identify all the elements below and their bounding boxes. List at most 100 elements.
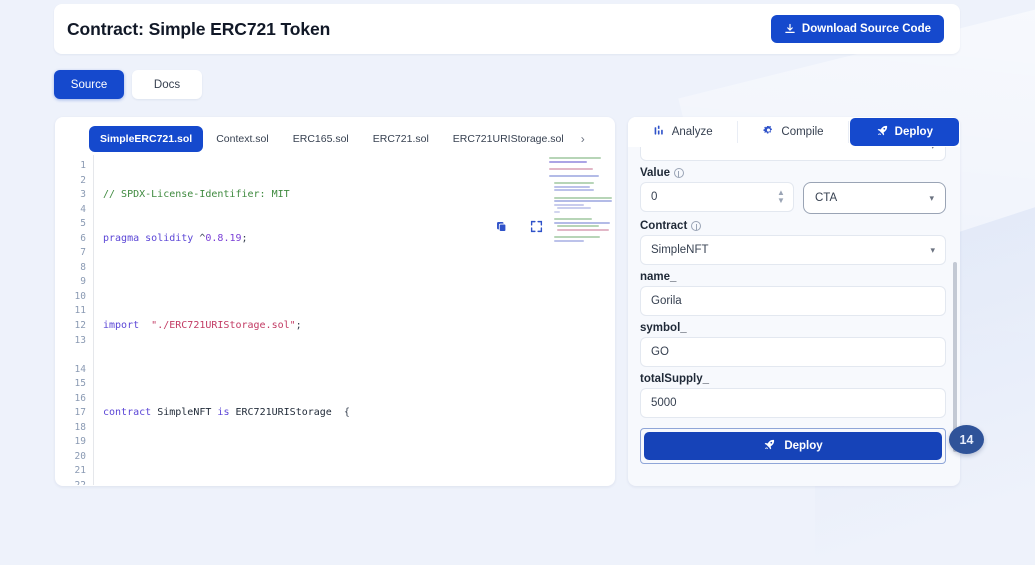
line-number: 22 [55, 479, 86, 485]
deploy-panel-card: Analyze Compile Deploy Value 0 ▲ ▼ CTA ▾… [628, 117, 960, 486]
contract-field-label: Contract [640, 220, 946, 232]
download-source-code-button[interactable]: Download Source Code [770, 15, 944, 43]
value-field-row: ▲▼ CTA ▾ [640, 182, 946, 214]
download-source-code-label: Download Source Code [801, 23, 931, 35]
info-icon[interactable] [674, 168, 685, 178]
arg-name-label-text: name_ [640, 271, 677, 283]
chevron-down-icon: ▾ [930, 147, 935, 151]
value-field-label: Value [640, 167, 946, 179]
file-tab-label: ERC721URIStorage.sol [452, 133, 564, 145]
account-select[interactable]: • • • • • • • • ▾ [640, 147, 946, 161]
line-number: 10 [74, 290, 86, 302]
mode-tabs: Source Docs [54, 70, 202, 99]
tab-analyze-label: Analyze [671, 126, 713, 138]
value-input[interactable] [640, 182, 794, 212]
arg-totalsupply-label: totalSupply_ [640, 373, 946, 385]
line-number: 9 [80, 276, 86, 288]
code-action-icons [495, 220, 543, 239]
number-stepper-icon[interactable]: ▲ ▼ [777, 189, 785, 205]
panel-action-tabs: Analyze Compile Deploy [628, 117, 960, 147]
line-number: 3 [80, 189, 86, 201]
line-number: 19 [74, 436, 86, 448]
tab-compile-label: Compile [781, 126, 824, 138]
info-icon[interactable] [691, 221, 702, 231]
step-badge-number: 14 [959, 432, 974, 447]
deploy-button-label: Deploy [784, 440, 823, 452]
tab-deploy[interactable]: Deploy [849, 118, 959, 146]
line-number: 12 [74, 320, 86, 332]
tab-analyze[interactable]: Analyze [628, 117, 738, 147]
deploy-button-focus-ring: Deploy [640, 428, 946, 464]
code-line: import "./ERC721URIStorage.sol"; [103, 320, 302, 332]
chevron-down-icon: ▾ [929, 192, 934, 203]
line-number: 8 [80, 261, 86, 273]
file-tab-erc721[interactable]: ERC721.sol [362, 126, 440, 152]
line-number: 21 [74, 465, 86, 477]
line-number: 1 [80, 160, 86, 171]
tab-deploy-label: Deploy [894, 126, 933, 138]
line-number: 17 [74, 407, 86, 419]
expand-fullscreen-icon[interactable] [530, 220, 543, 239]
file-tab-label: SimpleERC721.sol [100, 133, 193, 145]
rocket-icon [876, 124, 889, 140]
contract-label-text: Contract [640, 220, 688, 232]
arg-symbol-input[interactable] [640, 337, 946, 367]
tab-source[interactable]: Source [54, 70, 124, 99]
arg-symbol-label-text: symbol_ [640, 322, 687, 334]
contract-header-card: Contract: Simple ERC721 Token Download S… [54, 4, 960, 54]
code-line: // SPDX-License-Identifier: MIT [103, 189, 290, 201]
line-number: 14 [74, 363, 86, 375]
app-root: Contract: Simple ERC721 Token Download S… [0, 0, 1035, 565]
arg-name-label: name_ [640, 271, 946, 283]
analyze-bars-icon [653, 124, 666, 140]
chevron-right-icon[interactable]: › [577, 132, 589, 146]
arg-totalsupply-label-text: totalSupply_ [640, 373, 710, 385]
tab-docs[interactable]: Docs [132, 70, 202, 99]
arg-symbol-label: symbol_ [640, 322, 946, 334]
value-unit-select[interactable]: CTA ▾ [803, 182, 946, 214]
source-editor-card: SimpleERC721.sol Context.sol ERC165.sol … [55, 117, 615, 486]
line-number-gutter: 1 2 3 4 5 6 7 8 9 10 11 12 13 14 15 16 1… [55, 155, 93, 485]
code-text[interactable]: // SPDX-License-Identifier: MIT pragma s… [93, 155, 615, 485]
value-label-text: Value [640, 167, 671, 179]
file-tab-label: ERC165.sol [292, 133, 349, 145]
line-number: 6 [80, 232, 86, 244]
line-number: 4 [80, 203, 86, 215]
copy-icon[interactable] [495, 220, 508, 239]
deploy-form: • • • • • • • • ▾ Value ▲▼ CTA ▾ [628, 147, 960, 486]
file-tab-erc165[interactable]: ERC165.sol [282, 126, 360, 152]
line-number: 5 [80, 218, 86, 230]
code-viewer[interactable]: 1 2 3 4 5 6 7 8 9 10 11 12 13 14 15 16 1… [55, 155, 615, 485]
file-tab-erc721uristorage[interactable]: ERC721URIStorage.sol [442, 126, 575, 152]
deploy-button[interactable]: Deploy [644, 432, 942, 460]
file-tab-simpleerc721[interactable]: SimpleERC721.sol [89, 126, 204, 152]
tab-divider [847, 121, 849, 143]
line-number: 2 [80, 174, 86, 186]
line-number: 13 [74, 334, 86, 346]
tab-docs-label: Docs [153, 78, 181, 91]
account-select-value: • • • • • • • • [651, 147, 930, 152]
line-number: 20 [74, 450, 86, 462]
line-number: 7 [80, 247, 86, 259]
tab-compile[interactable]: Compile [738, 117, 848, 147]
line-number: 15 [74, 378, 86, 390]
code-line: contract SimpleNFT is ERC721URIStorage { [103, 407, 350, 419]
step-badge: 14 [949, 425, 984, 454]
line-number: 18 [74, 421, 86, 433]
file-tab-label: Context.sol [216, 133, 269, 145]
download-icon [784, 23, 796, 35]
contract-select[interactable]: SimpleNFT ▾ [640, 235, 946, 265]
contract-select-value: SimpleNFT [651, 244, 709, 256]
file-tab-context[interactable]: Context.sol [205, 126, 280, 152]
line-number: 11 [74, 305, 86, 317]
file-tab-label: ERC721.sol [372, 133, 429, 145]
panel-vertical-scrollbar[interactable] [953, 262, 957, 452]
arg-totalsupply-input[interactable] [640, 388, 946, 418]
chevron-down-icon: ▾ [930, 244, 935, 255]
arg-name-input[interactable] [640, 286, 946, 316]
gear-icon [762, 124, 775, 140]
line-number: 16 [74, 392, 86, 404]
